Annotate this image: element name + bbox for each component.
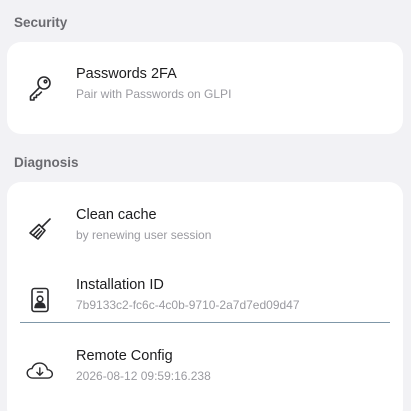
diagnosis-card: Clean cache by renewing user session Ins… [7,182,403,411]
security-card: Passwords 2FA Pair with Passwords on GLP… [7,42,403,134]
installation-id-title: Installation ID [76,277,164,293]
passwords-2fa-subtitle: Pair with Passwords on GLPI [76,87,232,101]
id-badge-icon [25,285,55,315]
passwords-2fa-title: Passwords 2FA [76,66,177,82]
broom-icon [25,215,55,245]
remote-config-timestamp: 2026-08-12 09:59:16.238 [76,369,211,383]
clean-cache-title: Clean cache [76,207,157,223]
cloud-download-icon [25,356,55,386]
section-title-diagnosis: Diagnosis [14,155,79,170]
remote-config-title: Remote Config [76,348,173,364]
installation-id-item[interactable]: Installation ID 7b9133c2-fc6c-4c0b-9710-… [7,267,403,329]
remote-config-item[interactable]: Remote Config 2026-08-12 09:59:16.238 [7,338,403,400]
installation-id-value: 7b9133c2-fc6c-4c0b-9710-2a7d7ed09d47 [76,298,300,312]
passwords-2fa-item[interactable]: Passwords 2FA Pair with Passwords on GLP… [7,56,403,118]
clean-cache-item[interactable]: Clean cache by renewing user session [7,197,403,259]
row-divider [20,322,390,323]
clean-cache-subtitle: by renewing user session [76,228,212,242]
settings-screen: Security Passwords 2FA Pair with Passwor… [0,0,411,411]
section-title-security: Security [14,15,68,30]
key-icon [25,74,55,104]
